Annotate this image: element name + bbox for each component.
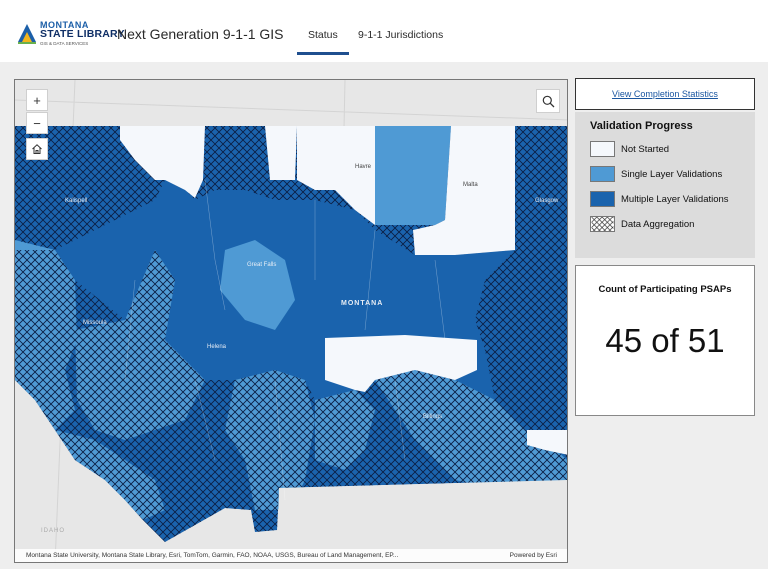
montana-state-library-logo[interactable]: MONTANA STATE LIBRARY GIS & DATA SERVICE…	[16, 20, 124, 50]
home-button[interactable]	[26, 138, 48, 160]
count-title: Count of Participating PSAPs	[598, 284, 732, 295]
map-label-havre: Havre	[355, 164, 372, 170]
region-not-started-north-2	[265, 126, 297, 180]
app-title: Next Generation 9-1-1 GIS	[117, 26, 284, 42]
legend-label: Data Aggregation	[621, 219, 695, 230]
tab-status[interactable]: Status	[308, 29, 338, 41]
active-tab-indicator	[297, 52, 349, 55]
legend-swatch-multiple-layer	[590, 191, 615, 207]
attribution-text: Montana State University, Montana State …	[26, 552, 399, 559]
validation-progress-legend: Validation Progress Not Started Single L…	[575, 112, 755, 258]
map-label-missoula: Missoula	[83, 320, 107, 326]
map-label-billings: Billings	[423, 414, 443, 420]
map-label-great-falls: Great Falls	[247, 262, 277, 268]
psap-count-panel: Count of Participating PSAPs 45 of 51	[575, 265, 755, 416]
logo-line-3: GIS & DATA SERVICES	[40, 41, 89, 46]
zoom-in-button[interactable]: +	[26, 89, 48, 111]
count-value: 45 of 51	[605, 322, 725, 359]
legend-title: Validation Progress	[590, 120, 693, 132]
logo-line-2: STATE LIBRARY	[40, 28, 125, 40]
powered-by-esri-link[interactable]: Powered by Esri	[510, 549, 557, 562]
map-label-malta: Malta	[463, 182, 478, 188]
map-label-kalispell: Kalispell	[65, 198, 88, 204]
home-icon	[32, 144, 42, 154]
map-view[interactable]: Havre Malta Kalispell Glasgow Great Fall…	[14, 79, 568, 563]
map-label-idaho: IDAHO	[41, 528, 66, 534]
map-label-glasgow: Glasgow	[535, 198, 559, 204]
legend-swatch-data-aggregation	[590, 216, 615, 232]
app-header: MONTANA STATE LIBRARY GIS & DATA SERVICE…	[0, 0, 768, 62]
zoom-out-button[interactable]: −	[26, 112, 48, 134]
legend-label: Single Layer Validations	[621, 169, 723, 180]
legend-label: Not Started	[621, 144, 670, 155]
logo-mark-icon	[18, 24, 36, 44]
map-label-montana: MONTANA	[341, 300, 384, 307]
map-attribution: Montana State University, Montana State …	[15, 549, 567, 562]
tab-9-1-1-jurisdictions[interactable]: 9-1-1 Jurisdictions	[358, 29, 443, 41]
legend-swatch-not-started	[590, 141, 615, 157]
completion-statistics-panel: View Completion Statistics	[575, 78, 755, 110]
legend-label: Multiple Layer Validations	[621, 194, 729, 205]
view-completion-statistics-link[interactable]: View Completion Statistics	[612, 89, 718, 99]
region-havre-area-single	[375, 126, 451, 225]
legend-swatch-single-layer	[590, 166, 615, 182]
map-search-button[interactable]	[536, 89, 560, 113]
search-icon	[542, 95, 554, 107]
map-label-helena: Helena	[207, 344, 227, 350]
